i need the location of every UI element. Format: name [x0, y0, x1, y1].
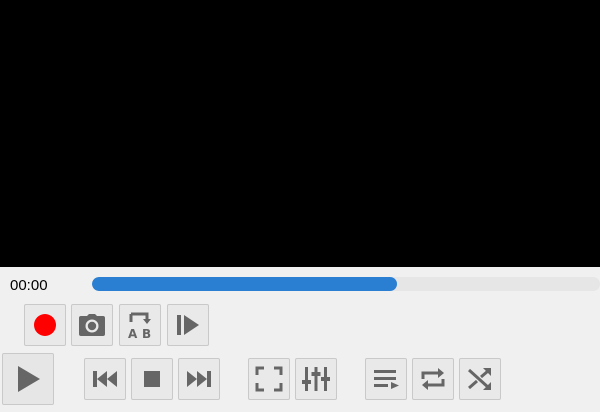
- fullscreen-icon: [255, 366, 283, 392]
- frame-step-icon: [177, 315, 199, 335]
- next-icon: [187, 371, 211, 387]
- seek-progress: [92, 277, 397, 291]
- time-elapsed: 00:00: [10, 277, 48, 294]
- previous-button[interactable]: [84, 358, 126, 400]
- playlist-button[interactable]: [365, 358, 407, 400]
- record-icon: [34, 314, 56, 336]
- loop-button[interactable]: [412, 358, 454, 400]
- video-area[interactable]: [0, 0, 600, 267]
- ab-label-a: A: [128, 327, 138, 340]
- control-panel: 00:00 A B: [0, 267, 600, 412]
- play-button[interactable]: [2, 353, 54, 405]
- frame-by-frame-button[interactable]: [167, 304, 209, 346]
- next-button[interactable]: [178, 358, 220, 400]
- media-player-window: 00:00 A B: [0, 0, 600, 412]
- seek-slider[interactable]: [92, 277, 600, 291]
- repeat-icon: [421, 368, 445, 390]
- shuffle-icon: [467, 368, 491, 390]
- shuffle-button[interactable]: [459, 358, 501, 400]
- ab-label-b: B: [142, 327, 151, 340]
- fullscreen-button[interactable]: [248, 358, 290, 400]
- stop-icon: [144, 371, 160, 387]
- camera-icon: [79, 314, 105, 336]
- play-icon: [18, 366, 40, 392]
- previous-icon: [93, 371, 117, 387]
- stop-button[interactable]: [131, 358, 173, 400]
- ab-loop-button[interactable]: A B: [119, 304, 161, 346]
- record-button[interactable]: [24, 304, 66, 346]
- playlist-icon: [374, 370, 399, 389]
- equalizer-icon: [302, 367, 330, 391]
- ab-loop-icon: A B: [128, 312, 151, 340]
- snapshot-button[interactable]: [71, 304, 113, 346]
- extended-settings-button[interactable]: [295, 358, 337, 400]
